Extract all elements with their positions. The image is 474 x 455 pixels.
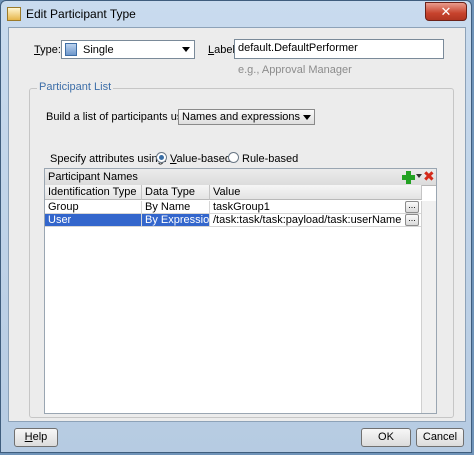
- type-label: Type:: [34, 44, 61, 56]
- column-header-value[interactable]: Value: [210, 185, 422, 200]
- label-hint: e.g., Approval Manager: [238, 64, 352, 76]
- vertical-scrollbar[interactable]: [421, 201, 436, 413]
- participant-list-title: Participant List: [37, 81, 114, 93]
- edit-value-button[interactable]: ...: [405, 201, 419, 213]
- type-combobox[interactable]: Single: [61, 40, 195, 59]
- window-title: Edit Participant Type: [26, 7, 136, 21]
- dialog-window: Edit Participant Type ✕ Type: Single Lab…: [0, 0, 472, 453]
- build-list-select[interactable]: Names and expressions: [178, 109, 316, 125]
- add-icon[interactable]: [402, 171, 415, 184]
- value-based-radio[interactable]: [156, 152, 167, 163]
- app-icon: [7, 7, 21, 21]
- label-input[interactable]: default.DefaultPerformer: [234, 39, 444, 59]
- build-list-label: Build a list of participants using:: [46, 111, 201, 123]
- specify-attributes-label: Specify attributes using:: [50, 153, 167, 165]
- rule-based-label[interactable]: Rule-based: [242, 153, 298, 165]
- ok-button[interactable]: OK: [361, 428, 411, 447]
- build-list-value: Names and expressions: [182, 111, 301, 123]
- data-type-cell: By Expression: [142, 214, 210, 227]
- identification-type-cell: Group: [45, 201, 142, 214]
- dialog-content: Type: Single Label: default.DefaultPerfo…: [8, 27, 466, 422]
- column-header-data-type[interactable]: Data Type: [142, 185, 210, 200]
- cancel-button[interactable]: Cancel: [416, 428, 464, 447]
- panel-header: Participant Names ✖: [45, 168, 436, 186]
- help-button[interactable]: Help: [14, 428, 58, 447]
- value-text: taskGroup1: [213, 201, 270, 213]
- column-header-identification-type[interactable]: Identification Type: [45, 185, 142, 200]
- chevron-down-icon[interactable]: [416, 174, 422, 178]
- data-type-cell: By Name: [142, 201, 210, 214]
- chevron-down-icon: [182, 47, 190, 52]
- delete-icon[interactable]: ✖: [423, 168, 435, 185]
- title-bar[interactable]: Edit Participant Type ✕: [1, 1, 471, 27]
- participant-names-panel: Participant Names ✖ Identification Type …: [44, 168, 437, 414]
- participant-icon: [65, 43, 77, 56]
- table-row[interactable]: User By Expression /task:task/task:paylo…: [45, 214, 422, 227]
- table-row[interactable]: Group By Name taskGroup1 ...: [45, 201, 422, 214]
- edit-value-button[interactable]: ...: [405, 214, 419, 226]
- participant-names-title: Participant Names: [48, 171, 138, 183]
- rule-based-radio[interactable]: [228, 152, 239, 163]
- value-text: /task:task/task:payload/task:userName: [213, 214, 402, 226]
- value-based-label[interactable]: Value-based: [170, 153, 231, 165]
- chevron-down-icon: [303, 114, 312, 120]
- value-cell: /task:task/task:payload/task:userName ..…: [210, 214, 422, 227]
- type-value: Single: [83, 44, 114, 56]
- identification-type-cell: User: [45, 214, 142, 227]
- close-button[interactable]: ✕: [425, 2, 467, 21]
- value-cell: taskGroup1 ...: [210, 201, 422, 214]
